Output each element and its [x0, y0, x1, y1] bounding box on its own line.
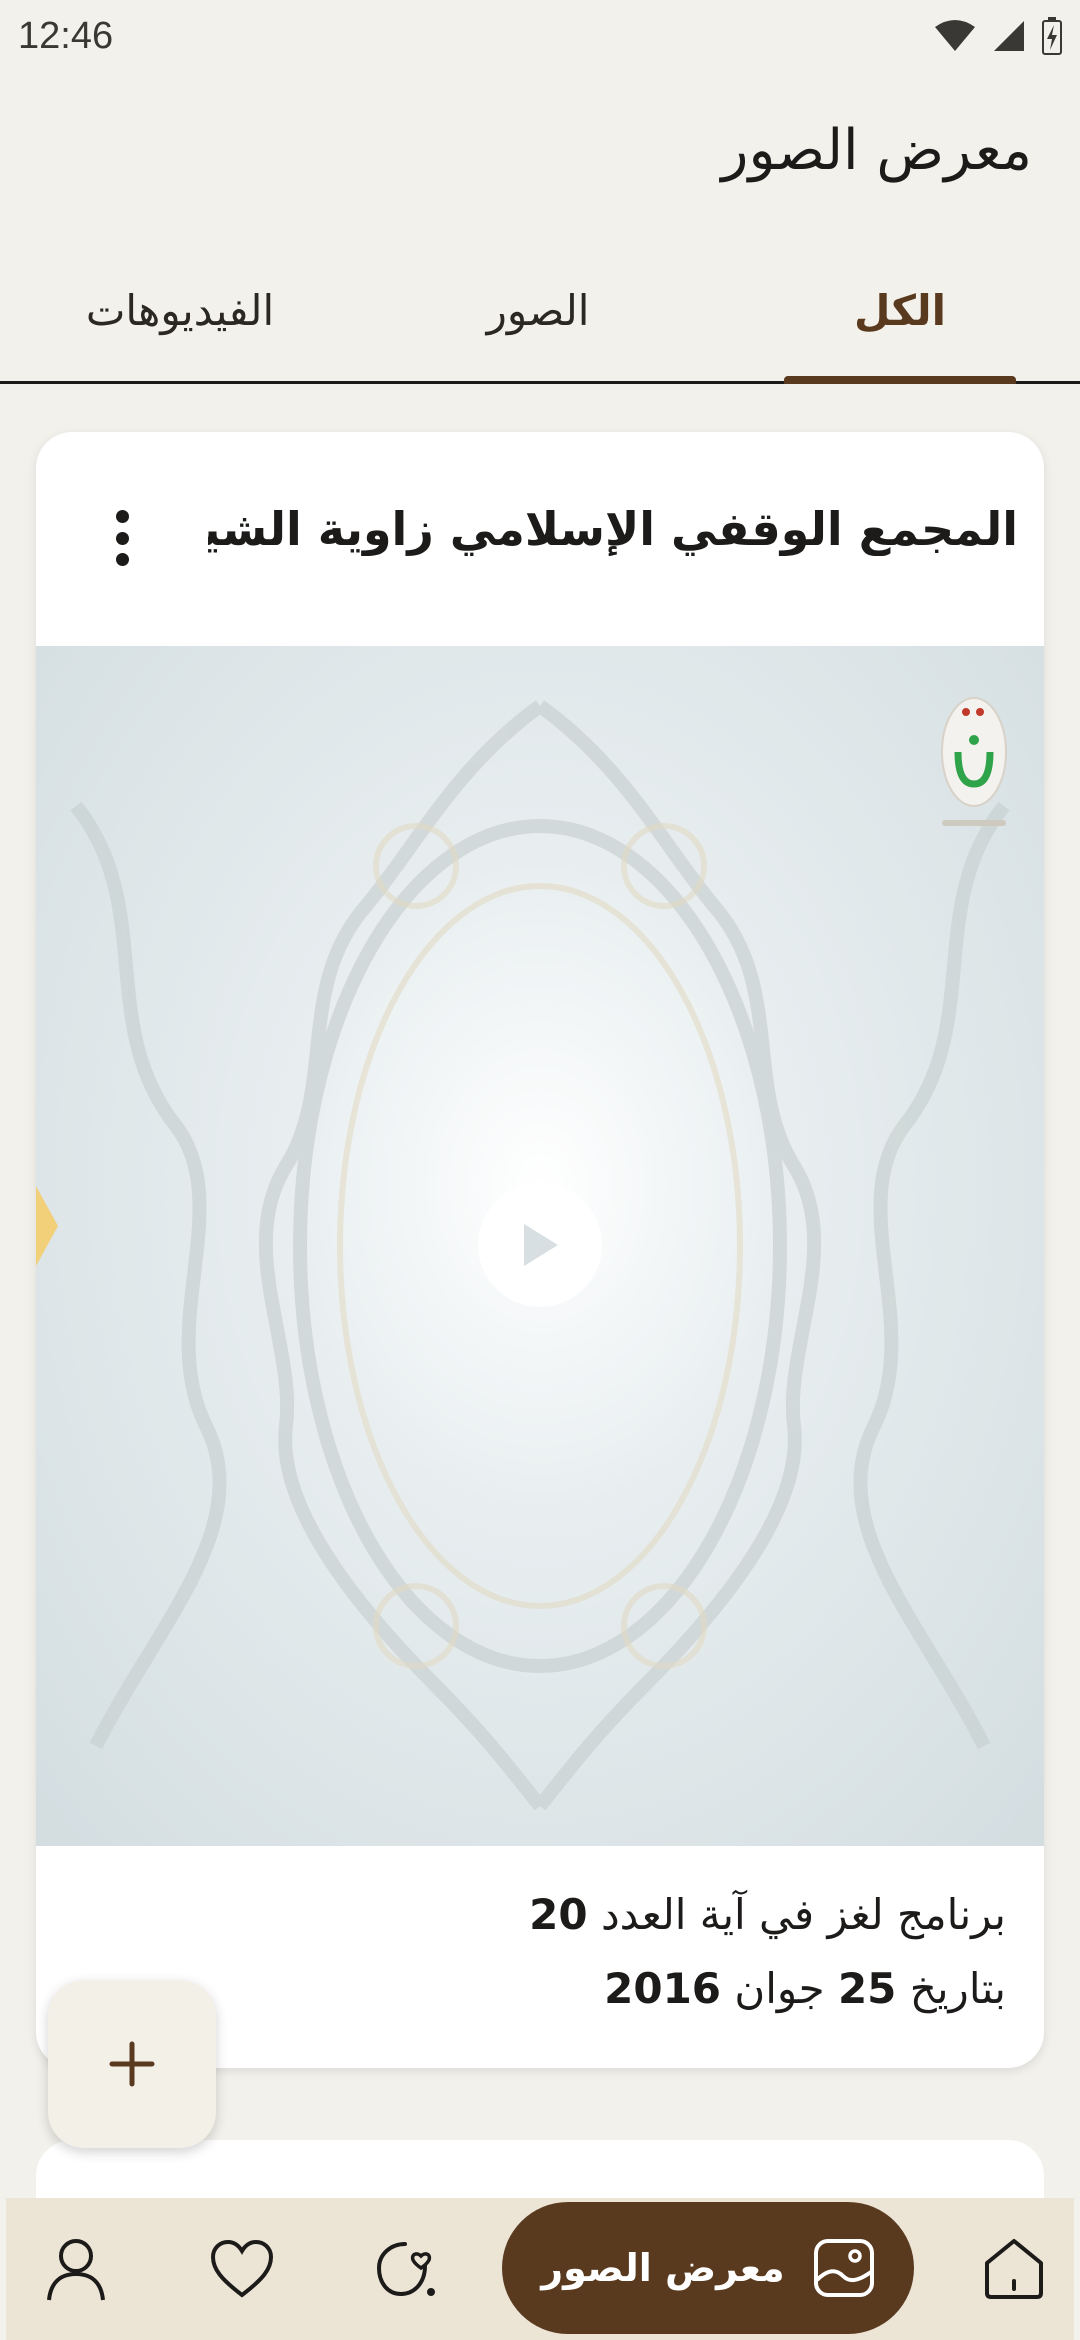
decorative-accent [36, 1186, 58, 1266]
home-icon [985, 2239, 1043, 2299]
card-description: برنامج لغز في آية العدد 20 بتاريخ 25 جوا… [86, 1878, 1006, 2026]
description-text: برنامج لغز في آية العدد [600, 1890, 1006, 1939]
nav-gallery-label: معرض الصور [541, 2246, 785, 2290]
nav-gallery[interactable]: معرض الصور [502, 2202, 914, 2334]
more-options-icon[interactable] [112, 510, 132, 566]
nav-donations[interactable] [346, 2198, 466, 2340]
nav-favorites[interactable] [182, 2198, 302, 2340]
hands-heart-icon [376, 2242, 435, 2297]
profile-icon [47, 2239, 105, 2301]
add-button[interactable] [48, 1980, 216, 2148]
bottom-navigation: معرض الصور [6, 2198, 1074, 2340]
description-line-1: برنامج لغز في آية العدد 20 [86, 1878, 1006, 1952]
tab-bar: الكل الصور الفيديوهات [0, 240, 1080, 384]
date-month: جوان [734, 1964, 825, 2013]
status-icons [934, 17, 1062, 55]
nav-home[interactable] [954, 2198, 1074, 2340]
play-button[interactable] [478, 1183, 602, 1307]
tab-all[interactable]: الكل [784, 240, 1016, 381]
description-number: 20 [529, 1890, 588, 1939]
heart-icon [210, 2239, 274, 2298]
wifi-icon [935, 20, 975, 51]
status-time: 12:46 [18, 14, 114, 57]
tab-photos[interactable]: الصور [438, 240, 638, 381]
nav-profile[interactable] [16, 2198, 136, 2340]
channel-logo [941, 697, 1007, 826]
date-day: 25 [837, 1964, 897, 2013]
gallery-icon [813, 2239, 874, 2297]
status-bar: 12:46 [0, 0, 1080, 72]
date-prefix: بتاريخ [909, 1964, 1006, 2013]
date-year: 2016 [604, 1964, 722, 2013]
page-title: معرض الصور [721, 118, 1032, 183]
description-line-2: بتاريخ 25 جوان 2016 [86, 1952, 1006, 2026]
tab-videos[interactable]: الفيديوهات [60, 240, 300, 381]
signal-icon [994, 21, 1024, 51]
video-thumbnail[interactable] [36, 646, 1044, 1846]
gallery-card[interactable]: المجمع الوقفي الإسلامي زاوية الشيخ ... [36, 432, 1044, 2068]
card-title: المجمع الوقفي الإسلامي زاوية الشيخ ... [208, 502, 1018, 556]
tab-indicator [784, 376, 1016, 384]
play-icon [524, 1224, 558, 1266]
battery-icon [1042, 17, 1062, 55]
plus-icon [109, 2041, 155, 2087]
